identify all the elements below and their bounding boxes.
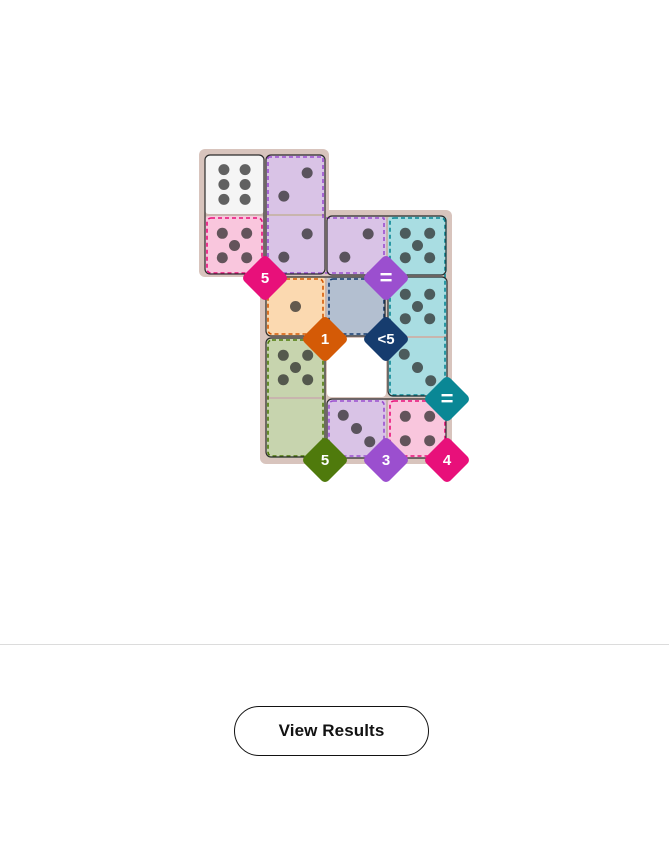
pip	[399, 252, 411, 264]
pip	[241, 227, 253, 239]
pip	[399, 227, 411, 239]
pip	[278, 251, 290, 263]
badge-label: =	[441, 386, 454, 411]
pip	[239, 164, 251, 176]
divider	[0, 644, 669, 645]
badge-label: =	[380, 265, 393, 290]
pip	[412, 240, 423, 251]
cell-0-0	[205, 155, 264, 214]
pip	[302, 349, 314, 361]
pip	[412, 362, 423, 373]
pip	[229, 240, 240, 251]
pip	[424, 435, 436, 447]
pip	[216, 227, 228, 239]
badge-label: 5	[261, 270, 269, 287]
pip	[398, 348, 410, 360]
pip	[337, 409, 349, 421]
pip	[239, 193, 251, 205]
pip	[362, 228, 374, 240]
pip	[424, 288, 436, 300]
pip	[399, 313, 411, 325]
badge-label: 1	[321, 331, 329, 348]
badge-label: 5	[321, 452, 329, 469]
pip	[277, 374, 289, 386]
badge-label: 4	[443, 452, 452, 469]
pip	[339, 251, 351, 263]
pip	[277, 349, 289, 361]
badge-label: 3	[382, 452, 390, 469]
pip	[424, 252, 436, 264]
pip	[301, 228, 313, 240]
pip	[290, 362, 301, 373]
pip	[351, 423, 362, 434]
pip	[218, 193, 230, 205]
pip	[278, 190, 290, 202]
pip	[290, 301, 301, 312]
view-results-button[interactable]: View Results	[234, 706, 429, 756]
pip	[364, 436, 376, 448]
pip	[239, 179, 251, 190]
pip	[218, 179, 230, 190]
pip	[399, 435, 411, 447]
pip	[218, 164, 230, 176]
pip	[424, 410, 436, 422]
pip	[301, 167, 313, 179]
pip	[412, 301, 423, 312]
badge-label: <5	[377, 331, 394, 348]
pip	[424, 227, 436, 239]
pip	[424, 313, 436, 325]
pip	[399, 410, 411, 422]
pip	[399, 288, 411, 300]
pip	[425, 375, 437, 387]
pip	[302, 374, 314, 386]
cell-1-0	[266, 155, 325, 214]
pip	[216, 252, 228, 264]
domino-grid: 5 = 1 <5 = 5 3 4	[199, 149, 469, 482]
pip	[241, 252, 253, 264]
